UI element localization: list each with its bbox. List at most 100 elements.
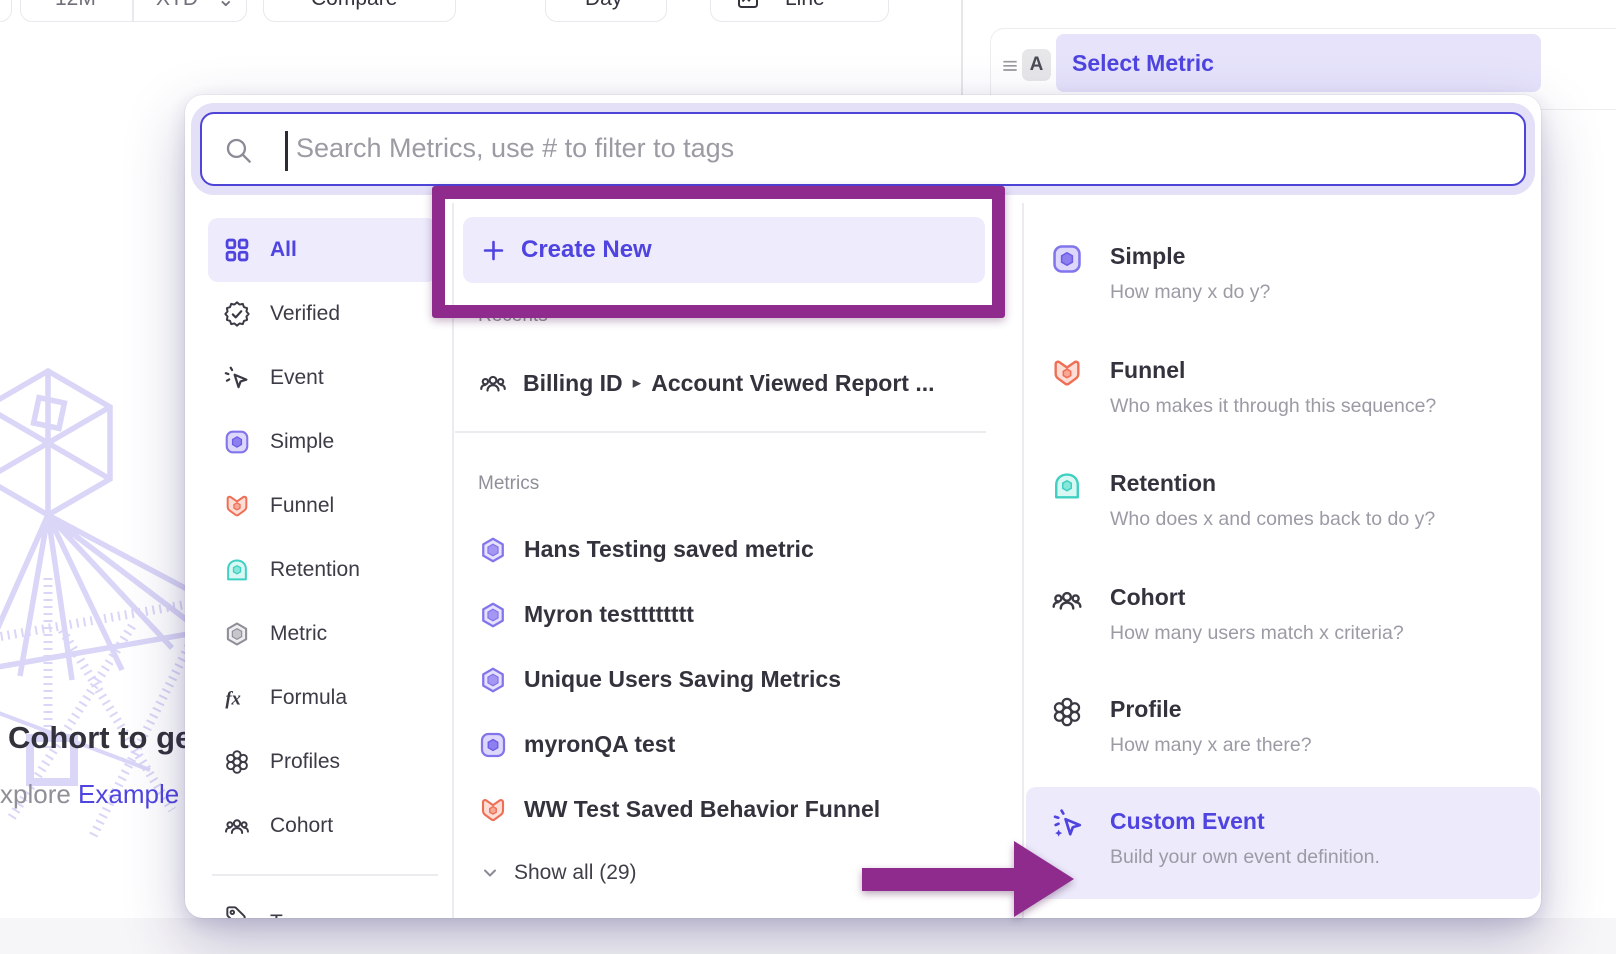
event-icon — [223, 364, 251, 392]
metric-type-cohort[interactable]: CohortHow many users match x criteria? — [1026, 563, 1540, 675]
metric-type-custom-event[interactable]: Custom EventBuild your own event definit… — [1026, 787, 1540, 899]
grid-icon — [223, 236, 251, 264]
saved-metric-icon — [478, 665, 508, 695]
metric-type-description: How many x are there? — [1110, 729, 1312, 761]
segment-divider — [132, 0, 134, 22]
select-metric-field[interactable]: Select Metric — [1056, 34, 1541, 92]
chart-type-button[interactable]: Line — [710, 0, 889, 22]
metric-type-title: Retention — [1110, 463, 1216, 503]
metric-type-title: Custom Event — [1110, 801, 1265, 841]
example-link[interactable]: Example I — [78, 779, 186, 809]
saved-metric-icon — [478, 535, 508, 565]
sidebar-item-label: Funnel — [270, 494, 334, 518]
sidebar-item-funnel[interactable]: Funnel — [208, 474, 437, 538]
metric-type-description: Build your own event definition. — [1110, 841, 1380, 873]
granularity-button[interactable]: Day — [545, 0, 667, 22]
sidebar-item-tags-clipped[interactable]: T — [208, 903, 437, 918]
show-all-button[interactable]: Show all (29) — [478, 853, 637, 893]
simple-icon — [223, 428, 251, 456]
page-background-strip — [0, 918, 1616, 954]
metric-type-retention[interactable]: RetentionWho does x and comes back to do… — [1026, 449, 1540, 561]
retention-icon — [1050, 469, 1084, 503]
formula-icon: fx — [223, 684, 251, 712]
column-divider — [1022, 203, 1024, 918]
tag-icon — [223, 903, 249, 918]
sidebar-item-label: T — [270, 909, 283, 918]
metric-search[interactable] — [200, 112, 1526, 186]
sidebar-item-label: Profiles — [270, 750, 340, 774]
sidebar-item-verified[interactable]: Verified — [208, 282, 437, 346]
text-caret — [285, 131, 288, 171]
metric-item-label: Hans Testing saved metric — [524, 536, 814, 563]
metric-type-description: Who does x and comes back to do y? — [1110, 503, 1435, 535]
verified-icon — [223, 300, 251, 328]
metric-type-title: Cohort — [1110, 577, 1185, 617]
annotation-highlight-box — [432, 186, 1005, 318]
profiles-icon — [223, 748, 251, 776]
search-input[interactable] — [296, 114, 1496, 183]
custom-event-icon — [1050, 807, 1084, 841]
drag-handle-icon[interactable] — [1000, 55, 1020, 75]
metric-item-label: WW Test Saved Behavior Funnel — [524, 796, 880, 823]
date-range-segmented-control[interactable]: 12M XTD ⌄ — [20, 0, 247, 22]
metric-row-badge: A — [1022, 49, 1051, 81]
cohort-icon — [223, 812, 251, 840]
sidebar-item-profiles[interactable]: Profiles — [208, 730, 437, 794]
sidebar-item-event[interactable]: Event — [208, 346, 437, 410]
empty-state-illustration — [0, 338, 200, 838]
sidebar-item-label: Event — [270, 366, 324, 390]
range-12m-button[interactable]: 12M — [55, 0, 96, 11]
sidebar-item-label: Formula — [270, 686, 347, 710]
metric-type-description: How many users match x criteria? — [1110, 617, 1404, 649]
metric-item-label: myronQA test — [524, 731, 675, 758]
sidebar-item-simple[interactable]: Simple — [208, 410, 437, 474]
subline-text: xplore — [0, 779, 78, 809]
svg-text:fx: fx — [225, 688, 241, 709]
cohort-icon — [1050, 583, 1084, 617]
sidebar-item-label: Verified — [270, 302, 340, 326]
sidebar-item-metric[interactable]: Metric — [208, 602, 437, 666]
recent-item-secondary: Account Viewed Report ... — [651, 370, 934, 397]
metric-item-myron-testttttttt[interactable]: Myron testttttttt — [478, 582, 998, 647]
section-divider — [455, 431, 986, 433]
metric-type-title: Simple — [1110, 236, 1185, 276]
range-xtd-button[interactable]: XTD — [156, 0, 198, 11]
sidebar-item-retention[interactable]: Retention — [208, 538, 437, 602]
metric-item-hans-testing-saved-metric[interactable]: Hans Testing saved metric — [478, 517, 998, 582]
sidebar-item-all[interactable]: All — [208, 218, 437, 282]
sidebar-divider — [212, 874, 438, 876]
metric-item-myronqa-test[interactable]: myronQA test — [478, 712, 998, 777]
search-icon — [224, 136, 253, 165]
sidebar-item-formula[interactable]: fx Formula — [208, 666, 437, 730]
metric-item-ww-test-saved-behavior-funnel[interactable]: WW Test Saved Behavior Funnel — [478, 777, 998, 842]
metrics-section-label: Metrics — [478, 473, 539, 495]
funnel-icon — [223, 492, 251, 520]
metric-type-profile[interactable]: ProfileHow many x are there? — [1026, 675, 1540, 787]
metric-type-simple[interactable]: SimpleHow many x do y? — [1026, 222, 1540, 334]
compare-button[interactable]: Compare — [263, 0, 456, 22]
toolbar-button-fragment[interactable] — [0, 0, 12, 22]
metric-item-unique-users-saving-metrics[interactable]: Unique Users Saving Metrics — [478, 647, 998, 712]
metric-type-description: Who makes it through this sequence? — [1110, 390, 1436, 422]
profiles-icon — [1050, 695, 1084, 729]
metric-type-funnel[interactable]: FunnelWho makes it through this sequence… — [1026, 336, 1540, 448]
metric-type-description: How many x do y? — [1110, 276, 1270, 308]
metric-type-title: Funnel — [1110, 350, 1185, 390]
metric-icon — [223, 620, 251, 648]
line-chart-icon — [736, 0, 760, 11]
sidebar-item-label: Cohort — [270, 814, 333, 838]
cohort-icon — [478, 368, 508, 398]
sidebar-item-cohort[interactable]: Cohort — [208, 794, 437, 858]
recent-item[interactable]: Billing ID ▸ Account Viewed Report ... — [478, 363, 935, 403]
metric-type-title: Profile — [1110, 689, 1182, 729]
sidebar-list: All Verified Event Simple Funnel RetentionMet… — [208, 218, 437, 858]
sidebar-item-label: All — [270, 238, 297, 262]
metric-item-label: Unique Users Saving Metrics — [524, 666, 841, 693]
chevron-down-icon: ⌄ — [217, 0, 235, 12]
chevron-down-icon — [478, 861, 502, 885]
simple-icon — [478, 730, 508, 760]
sidebar-item-label: Simple — [270, 430, 334, 454]
metric-item-label: Myron testttttttt — [524, 601, 694, 628]
empty-state-headline: Cohort to ge — [8, 720, 192, 756]
funnel-icon — [1050, 356, 1084, 390]
